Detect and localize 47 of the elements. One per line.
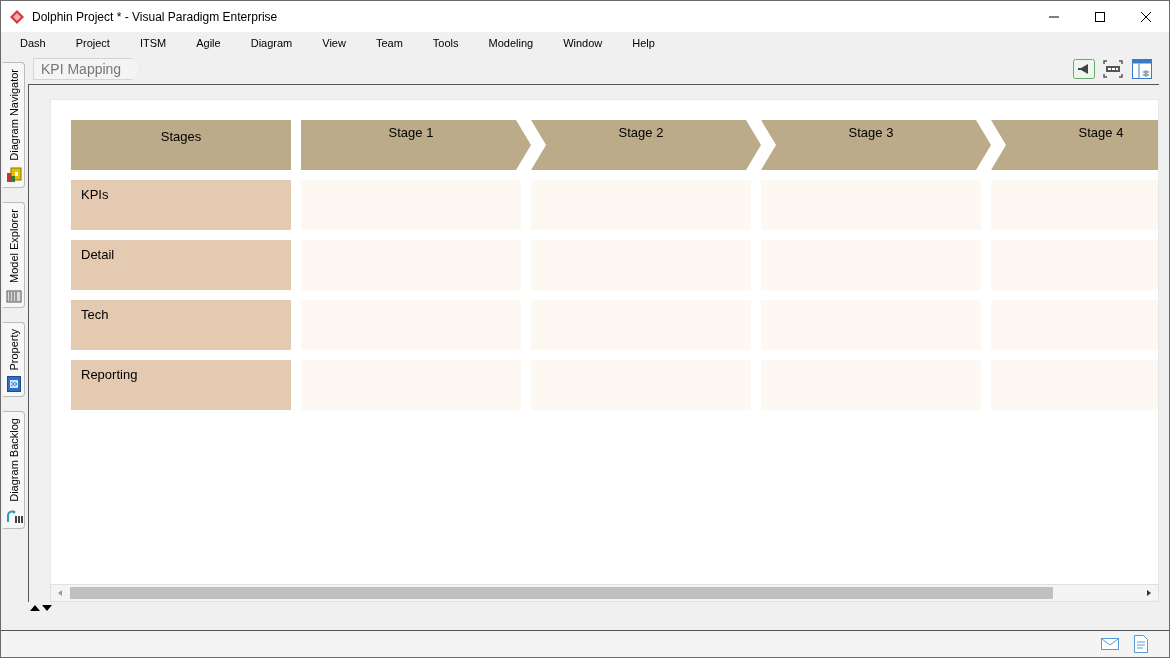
fit-frame-icon[interactable] <box>1102 59 1124 79</box>
menu-item[interactable]: Modeling <box>488 37 534 49</box>
stage-header: Stage 3 <box>761 120 991 170</box>
side-tab-label[interactable]: Property <box>7 328 20 371</box>
scroll-left-icon[interactable] <box>56 589 64 598</box>
row-label: Reporting <box>71 360 291 410</box>
horizontal-scrollbar[interactable] <box>50 584 1159 602</box>
side-tab[interactable]: Diagram Navigator <box>3 62 25 188</box>
property-icon <box>6 376 21 393</box>
app-logo-icon <box>9 8 25 25</box>
megaphone-icon[interactable] <box>1073 59 1095 79</box>
stage-header: Stage 4 <box>991 120 1158 170</box>
menu-item[interactable]: View <box>322 37 346 49</box>
menu-item[interactable]: Dash <box>20 37 46 49</box>
row-label: Tech <box>71 300 291 350</box>
menu-item[interactable]: Project <box>75 37 110 49</box>
scroll-right-icon[interactable] <box>1145 589 1153 598</box>
side-tab-label[interactable]: Model Explorer <box>7 208 20 283</box>
side-tab-label[interactable]: Diagram Navigator <box>7 69 20 161</box>
side-tab-label[interactable]: Diagram Backlog <box>7 418 20 503</box>
menu-item[interactable]: Team <box>375 37 403 49</box>
menu-item[interactable]: Tools <box>432 37 459 49</box>
side-tab[interactable]: Property <box>3 321 25 398</box>
breadcrumb-tab[interactable]: KPI Mapping <box>33 58 141 80</box>
backlog-icon <box>4 508 23 525</box>
books-icon <box>5 288 22 303</box>
menu-item[interactable]: Help <box>632 37 655 49</box>
close-icon[interactable] <box>1140 10 1152 23</box>
row-label: Detail <box>71 240 291 290</box>
menu-item[interactable]: ITSM <box>139 37 167 49</box>
collapse-expand-icon[interactable] <box>29 604 53 612</box>
side-tab[interactable]: Diagram Backlog <box>3 411 25 530</box>
menu-item[interactable]: Diagram <box>250 37 293 49</box>
row-label: KPIs <box>71 180 291 230</box>
stage-header: Stage 2 <box>531 120 761 170</box>
menu-item[interactable]: Agile <box>196 37 221 49</box>
menu-item[interactable]: Window <box>563 37 603 49</box>
stages-header: Stages <box>71 120 291 170</box>
navigator-icon <box>5 166 22 183</box>
maximize-icon[interactable] <box>1094 10 1106 23</box>
scrollbar-thumb[interactable] <box>70 587 1054 600</box>
side-tab[interactable]: Model Explorer <box>3 201 25 308</box>
layout-panel-icon[interactable] <box>1131 58 1153 80</box>
window-title: Dolphin Project * - Visual Paradigm Enterprise <box>32 9 279 24</box>
document-icon[interactable] <box>1133 635 1149 653</box>
mail-icon[interactable] <box>1101 637 1119 651</box>
stage-header: Stage 1 <box>301 120 531 170</box>
